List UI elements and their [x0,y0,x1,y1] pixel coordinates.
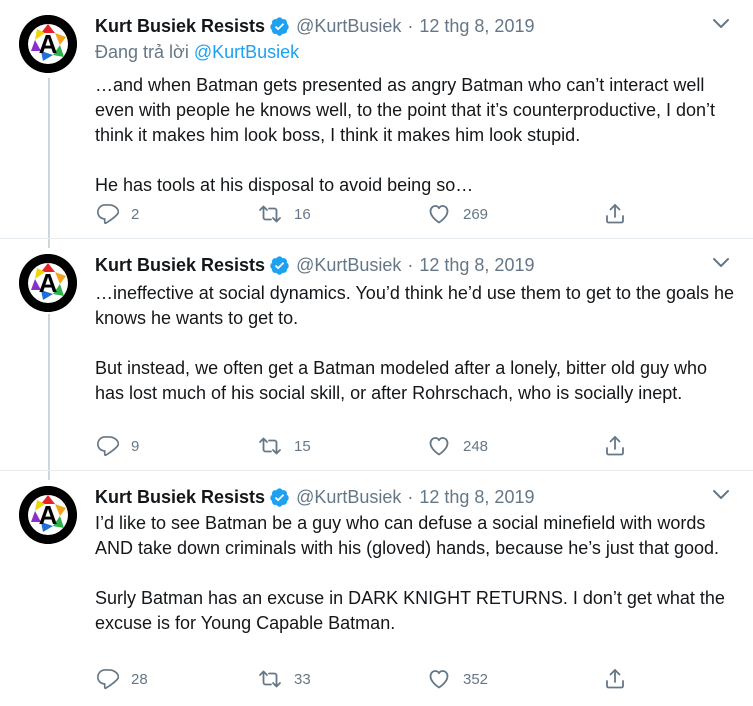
tweet-header: Kurt Busiek Resists @KurtBusiek · 12 thg… [95,485,534,509]
svg-text:A: A [39,29,58,59]
action-bar: 9 15 248 [95,434,655,458]
share-button[interactable] [603,434,627,458]
like-button[interactable]: 269 [427,202,488,226]
tweet-paragraph: …and when Batman gets presented as angry… [95,75,716,145]
replying-to-link[interactable]: @KurtBusiek [194,42,299,62]
heart-icon [427,434,451,458]
reply-button[interactable]: 28 [95,667,148,691]
avatar[interactable]: A [19,15,77,73]
handle[interactable]: @KurtBusiek [296,487,401,508]
reply-icon [95,202,119,226]
like-count: 248 [463,437,489,455]
tweet-text: …ineffective at social dynamics. You’d t… [95,281,735,406]
retweet-icon [258,434,282,458]
separator-dot: · [407,15,414,36]
verified-badge-icon [269,255,290,276]
tweet[interactable]: A Kurt Busiek Resists @KurtBusiek · 12 t… [0,471,753,706]
retweet-count: 15 [294,437,311,455]
replying-to: Đang trả lời @KurtBusiek [95,42,299,63]
share-icon [603,202,627,226]
retweet-button[interactable]: 16 [258,202,311,226]
reply-count: 9 [131,437,140,455]
avatar[interactable]: A [19,254,77,312]
timestamp[interactable]: 12 thg 8, 2019 [419,487,534,508]
avatar[interactable]: A [19,486,77,544]
tweet-paragraph: But instead, we often get a Batman model… [95,358,708,403]
replying-prefix: Đang trả lời [95,42,194,62]
display-name[interactable]: Kurt Busiek Resists [95,16,265,37]
tweet[interactable]: A Kurt Busiek Resists @KurtBusiek · 12 t… [0,239,753,470]
timestamp[interactable]: 12 thg 8, 2019 [419,16,534,37]
display-name[interactable]: Kurt Busiek Resists [95,487,265,508]
reply-count: 28 [131,670,148,688]
tweet[interactable]: A Kurt Busiek Resists @KurtBusiek · 12 t… [0,0,753,238]
tweet-header: Kurt Busiek Resists @KurtBusiek · 12 thg… [95,253,534,277]
share-icon [603,434,627,458]
retweet-button[interactable]: 33 [258,667,311,691]
like-count: 269 [463,205,489,223]
verified-badge-icon [269,487,290,508]
svg-text:A: A [39,268,58,298]
svg-text:A: A [39,500,58,530]
tweet-paragraph: …ineffective at social dynamics. You’d t… [95,283,735,328]
chevron-down-icon[interactable] [711,488,731,502]
tweet-paragraph: Surly Batman has an excuse in DARK KNIGH… [95,588,725,633]
reply-icon [95,667,119,691]
tweet-header: Kurt Busiek Resists @KurtBusiek · 12 thg… [95,14,534,38]
retweet-icon [258,202,282,226]
separator-dot: · [407,486,414,507]
like-button[interactable]: 352 [427,667,488,691]
chevron-down-icon[interactable] [711,17,731,31]
like-count: 352 [463,670,489,688]
heart-icon [427,202,451,226]
share-icon [603,667,627,691]
timestamp[interactable]: 12 thg 8, 2019 [419,255,534,276]
retweet-count: 16 [294,205,311,223]
reply-button[interactable]: 2 [95,202,139,226]
action-bar: 28 33 352 [95,667,655,691]
reply-icon [95,434,119,458]
retweet-button[interactable]: 15 [258,434,311,458]
retweet-icon [258,667,282,691]
chevron-down-icon[interactable] [711,256,731,270]
separator-dot: · [407,254,414,275]
handle[interactable]: @KurtBusiek [296,16,401,37]
heart-icon [427,667,451,691]
share-button[interactable] [603,202,627,226]
share-button[interactable] [603,667,627,691]
like-button[interactable]: 248 [427,434,488,458]
reply-count: 2 [131,205,140,223]
retweet-count: 33 [294,670,311,688]
tweet-paragraph: He has tools at his disposal to avoid be… [95,175,474,195]
reply-button[interactable]: 9 [95,434,139,458]
tweet-text: …and when Batman gets presented as angry… [95,73,735,198]
tweet-paragraph: I’d like to see Batman be a guy who can … [95,513,719,558]
action-bar: 2 16 269 [95,202,655,226]
handle[interactable]: @KurtBusiek [296,255,401,276]
tweet-text: I’d like to see Batman be a guy who can … [95,511,735,636]
verified-badge-icon [269,16,290,37]
display-name[interactable]: Kurt Busiek Resists [95,255,265,276]
